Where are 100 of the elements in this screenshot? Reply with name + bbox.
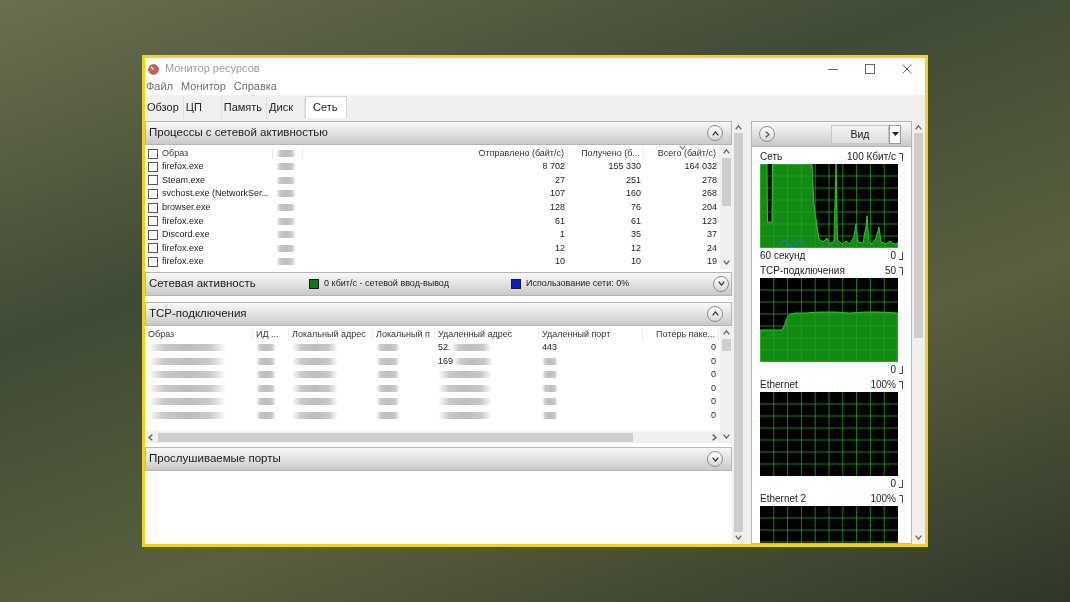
blurred-text [276,176,296,184]
blurred-text [542,371,558,379]
chevron-down-icon [717,281,725,287]
checkbox[interactable] [148,161,158,172]
checkbox[interactable] [148,243,158,254]
scrollbar-thumb[interactable] [734,133,743,532]
scroll-down-icon[interactable] [735,535,742,540]
menu-item[interactable]: Монитор [181,80,226,94]
blurred-text [256,398,276,406]
received-rate: 155 330 [608,161,641,173]
blurred-text [256,371,276,379]
total-rate: 123 [701,215,717,227]
graph-title: Сеть [760,150,783,163]
checkbox[interactable] [148,216,158,227]
scroll-up-icon[interactable] [735,125,742,130]
received-rate: 76 [631,202,641,214]
blurred-text [438,371,492,379]
total-rate: 24 [707,242,717,254]
column-header[interactable]: Удаленный адрес [438,328,513,340]
process-name: firefox.exe [162,242,204,254]
scroll-up-icon[interactable] [914,125,922,130]
graph-title: Ethernet 2 [760,492,807,505]
checkbox[interactable] [148,189,158,199]
graph-zero-label: 0 [890,363,896,376]
scroll-up-icon[interactable] [722,149,730,154]
menu-item[interactable]: Справка [233,80,277,94]
column-header[interactable]: Получено (б... [581,148,640,159]
packet-loss: 0 [711,355,716,367]
blurred-text [292,398,338,406]
scrollbar-thumb[interactable] [913,133,923,338]
blurred-text [376,357,400,365]
column-header[interactable]: Локальный п [376,328,430,340]
menu-item[interactable]: Файл [146,80,174,94]
scrollbar-thumb[interactable] [158,432,633,442]
sent-rate: 10 [555,256,565,268]
scroll-up-icon[interactable] [722,329,730,335]
column-header[interactable]: Образ [148,328,175,340]
total-rate: 37 [707,229,717,241]
blurred-text [376,412,400,419]
checkbox[interactable] [148,149,158,159]
collapse-button[interactable] [707,305,723,322]
column-header[interactable]: ИД ... [256,328,279,340]
blurred-text [292,412,338,419]
checkbox[interactable] [148,175,158,186]
total-rate: 268 [701,188,717,200]
chevron-up-icon [711,311,719,317]
vertical-scrollbar[interactable] [720,145,732,269]
sent-rate: 8 702 [542,161,565,173]
blurred-text [276,217,296,225]
remote-address: 52. [438,342,451,354]
checkbox[interactable] [148,256,158,267]
process-name: Steam.exe [162,174,206,186]
column-header[interactable]: Локальный адрес [292,328,366,340]
legend-text: Использование сети: 0% [526,278,630,290]
expand-button[interactable] [713,275,729,292]
column-header[interactable]: Удаленный порт [542,328,611,340]
graph-scale-label: 50 [884,264,896,277]
blurred-text [276,258,296,266]
expand-button[interactable] [707,451,723,468]
scrollbar-thumb[interactable] [721,338,731,351]
blurred-text [276,204,296,212]
graph-scale-label: 100 Кбит/с [847,150,896,163]
scrollbar-thumb[interactable] [721,158,731,206]
horizontal-scrollbar[interactable] [145,431,720,444]
section-title: Сетевая активность [149,276,257,291]
column-header[interactable]: Всего (байт/с) [657,148,716,159]
column-header[interactable]: Образ [162,148,189,159]
sent-rate: 1 [560,229,565,241]
checkbox[interactable] [148,202,158,213]
column-header[interactable]: Отправлено (байт/с) [478,148,564,159]
graph-scale-label: 100% [870,492,896,505]
blurred-text [256,412,276,419]
blurred-text [542,357,558,365]
process-name: firefox.exe [162,161,204,173]
collapse-button[interactable] [707,125,723,141]
tab[interactable]: Сеть [305,96,348,118]
scroll-down-icon[interactable] [722,259,730,265]
scroll-down-icon[interactable] [722,434,730,440]
remote-address: 169 [438,355,454,367]
scroll-down-icon[interactable] [914,535,922,540]
blurred-text [438,384,492,392]
blurred-text [542,384,558,392]
vertical-scrollbar[interactable] [720,325,732,444]
blurred-text [276,231,296,239]
view-button[interactable]: Вид [831,124,889,144]
scroll-left-icon[interactable] [148,433,153,441]
remote-port: 443 [542,342,558,354]
view-dropdown-button[interactable] [889,124,901,144]
blurred-text [276,244,296,252]
section-title: Прослушиваемые порты [149,452,282,467]
column-header[interactable]: Потерь паке... [656,328,715,340]
process-name: firefox.exe [162,215,204,227]
collapse-panel-button[interactable] [759,126,775,142]
sent-rate: 12 [555,242,565,254]
process-name: svchost.exe (NetworkSer... [162,188,270,200]
scroll-right-icon[interactable] [712,433,717,441]
blurred-text [376,398,400,406]
blurred-text [376,384,400,392]
checkbox[interactable] [148,229,158,240]
maximize-icon [864,64,875,74]
